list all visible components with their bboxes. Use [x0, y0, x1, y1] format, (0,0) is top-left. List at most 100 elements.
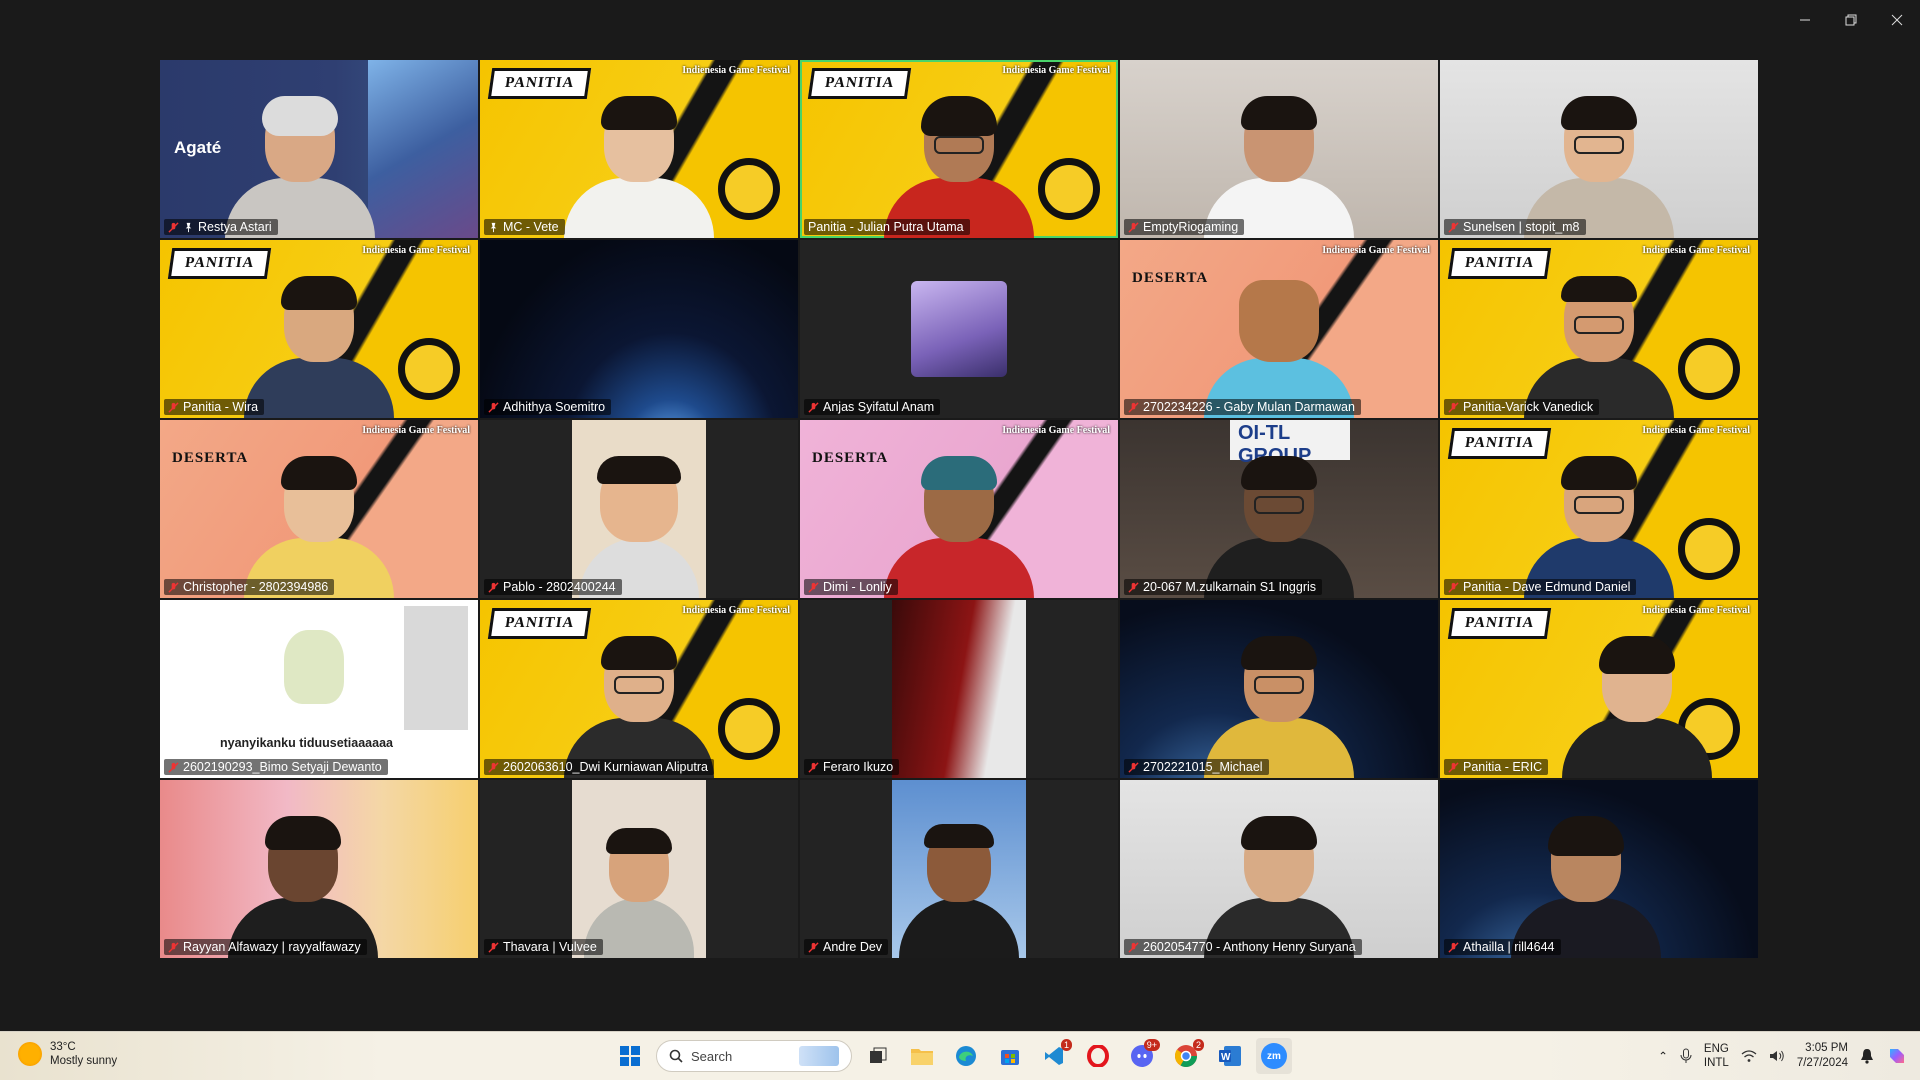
edge-button[interactable] — [948, 1038, 984, 1074]
video-tile[interactable]: Adhithya Soemitro — [480, 240, 798, 418]
participant-name: Panitia - Dave Edmund Daniel — [1463, 580, 1631, 594]
video-tile[interactable]: Anjas Syifatul Anam — [800, 240, 1118, 418]
video-tile[interactable]: Rayyan Alfawazy | rayyalfawazy — [160, 780, 478, 958]
microphone-icon[interactable] — [1680, 1048, 1692, 1064]
participant-name: Rayyan Alfawazy | rayyalfawazy — [183, 940, 361, 954]
participant-name-label: Feraro Ikuzo — [804, 759, 900, 775]
close-button[interactable] — [1874, 0, 1920, 40]
weather-widget[interactable]: 33°C Mostly sunny — [18, 1040, 117, 1068]
panitia-badge: PANITIA — [167, 248, 272, 279]
pin-icon — [490, 222, 497, 232]
video-tile[interactable]: DESERTA Indienesia Game Festival 2702234… — [1120, 240, 1438, 418]
magnifier-graphic — [1678, 338, 1740, 400]
video-tile[interactable]: DESERTA Indienesia Game Festival Dimi - … — [800, 420, 1118, 598]
participant-video — [244, 276, 394, 418]
participant-video — [1204, 280, 1354, 418]
volume-icon[interactable] — [1769, 1049, 1785, 1063]
start-button[interactable] — [612, 1038, 648, 1074]
taskbar-search[interactable]: Search — [656, 1040, 852, 1072]
video-tile[interactable]: PANITIA Indienesia Game Festival Panitia… — [1440, 420, 1758, 598]
video-tile[interactable]: DESERTA Indienesia Game Festival Christo… — [160, 420, 478, 598]
participant-video — [884, 456, 1034, 598]
participant-name-label: Andre Dev — [804, 939, 889, 955]
participant-name-label: Panitia - Wira — [164, 399, 265, 415]
video-tile[interactable]: nyanyikanku tiduusetiaaaaaa 2602190293_B… — [160, 600, 478, 778]
video-tile[interactable]: Feraro Ikuzo — [800, 600, 1118, 778]
participant-video — [892, 780, 1026, 958]
word-button[interactable]: W — [1212, 1038, 1248, 1074]
store-button[interactable] — [992, 1038, 1028, 1074]
video-tile[interactable]: Agaté Restya Astari — [160, 60, 478, 238]
participant-name: 20-067 M.zulkarnain S1 Inggris — [1143, 580, 1317, 594]
chevron-up-icon[interactable]: ⌃ — [1658, 1049, 1668, 1063]
video-tile[interactable]: PANITIA Indienesia Game Festival Panitia… — [160, 240, 478, 418]
participant-video — [1524, 456, 1674, 598]
participant-name: 2702234226 - Gaby Mulan Darmawan — [1143, 400, 1355, 414]
minimize-button[interactable] — [1782, 0, 1828, 40]
participant-video — [1511, 816, 1662, 958]
video-tile[interactable]: Andre Dev — [800, 780, 1118, 958]
video-tile[interactable]: EmptyRiogaming — [1120, 60, 1438, 238]
language-indicator[interactable]: ENG INTL — [1704, 1042, 1729, 1070]
video-tile[interactable]: Pablo - 2802400244 — [480, 420, 798, 598]
peserta-badge: DESERTA — [172, 450, 249, 466]
participant-name-label: Restya Astari — [164, 219, 278, 235]
mic-muted-icon — [1448, 401, 1459, 413]
sticker-photo — [404, 606, 468, 730]
mic-muted-icon — [168, 581, 179, 593]
video-tile[interactable]: Thavara | Vulvee — [480, 780, 798, 958]
participant-video — [572, 780, 706, 958]
sticker-character — [284, 630, 344, 704]
participant-name: Feraro Ikuzo — [823, 760, 894, 774]
mic-muted-icon — [1128, 761, 1139, 773]
participant-video — [1562, 636, 1713, 778]
participant-name-label: 2602063610_Dwi Kurniawan Aliputra — [484, 759, 715, 775]
video-tile[interactable]: PANITIA Indienesia Game Festival MC - Ve… — [480, 60, 798, 238]
video-tile[interactable]: PANITIA Indienesia Game Festival Panitia… — [1440, 240, 1758, 418]
video-tile[interactable]: Athailla | rill4644 — [1440, 780, 1758, 958]
discord-button[interactable]: 9+ — [1124, 1038, 1160, 1074]
taskbar: 33°C Mostly sunny Search 1 9+ 2 W zm ⌃ E… — [0, 1031, 1920, 1080]
agate-logo: Agaté — [174, 138, 222, 157]
restore-button[interactable] — [1828, 0, 1874, 40]
opera-button[interactable] — [1080, 1038, 1116, 1074]
copilot-icon[interactable] — [1886, 1045, 1908, 1067]
store-icon — [1001, 1050, 1019, 1065]
participant-name-label: Thavara | Vulvee — [484, 939, 603, 955]
clock[interactable]: 3:05 PM 7/27/2024 — [1797, 1041, 1848, 1071]
participant-name-label: Panitia - Dave Edmund Daniel — [1444, 579, 1637, 595]
festival-logo: Indienesia Game Festival — [682, 605, 790, 616]
zoom-button[interactable]: zm — [1256, 1038, 1292, 1074]
video-tile[interactable]: 2602054770 - Anthony Henry Suryana — [1120, 780, 1438, 958]
mic-muted-icon — [1448, 221, 1459, 233]
mic-muted-icon — [808, 761, 819, 773]
video-tile-active-speaker[interactable]: PANITIA Indienesia Game Festival Panitia… — [800, 60, 1118, 238]
notification-badge: 2 — [1192, 1039, 1204, 1051]
participant-video — [1204, 96, 1354, 238]
wifi-icon[interactable] — [1741, 1049, 1757, 1063]
panitia-badge: PANITIA — [807, 68, 912, 99]
video-tile[interactable]: Sunelsen | stopit_m8 — [1440, 60, 1758, 238]
festival-logo: Indienesia Game Festival — [1002, 65, 1110, 76]
zoom-icon: zm — [1261, 1043, 1287, 1069]
video-tile[interactable]: PANITIA Indienesia Game Festival Panitia… — [1440, 600, 1758, 778]
video-tile[interactable]: OI-TL GROUP 20-067 M.zulkarnain S1 Inggr… — [1120, 420, 1438, 598]
participant-name: 2602190293_Bimo Setyaji Dewanto — [183, 760, 382, 774]
pin-icon — [185, 222, 192, 232]
mic-muted-icon — [168, 401, 179, 413]
minimize-icon — [1800, 19, 1810, 21]
chrome-button[interactable]: 2 — [1168, 1038, 1204, 1074]
task-view-button[interactable] — [860, 1038, 896, 1074]
restore-icon — [1845, 14, 1857, 26]
video-gallery: Agaté Restya Astari PANITIA Indienesia G… — [160, 60, 1760, 960]
video-tile[interactable]: 2702221015_Michael — [1120, 600, 1438, 778]
video-tile[interactable]: PANITIA Indienesia Game Festival 2602063… — [480, 600, 798, 778]
participant-name: Sunelsen | stopit_m8 — [1463, 220, 1580, 234]
folder-icon — [911, 1049, 933, 1065]
file-explorer-button[interactable] — [904, 1038, 940, 1074]
vscode-button[interactable]: 1 — [1036, 1038, 1072, 1074]
participant-name-label: 2702221015_Michael — [1124, 759, 1269, 775]
participant-video — [572, 420, 706, 598]
panitia-badge: PANITIA — [487, 608, 592, 639]
notification-bell-icon[interactable] — [1860, 1048, 1874, 1064]
